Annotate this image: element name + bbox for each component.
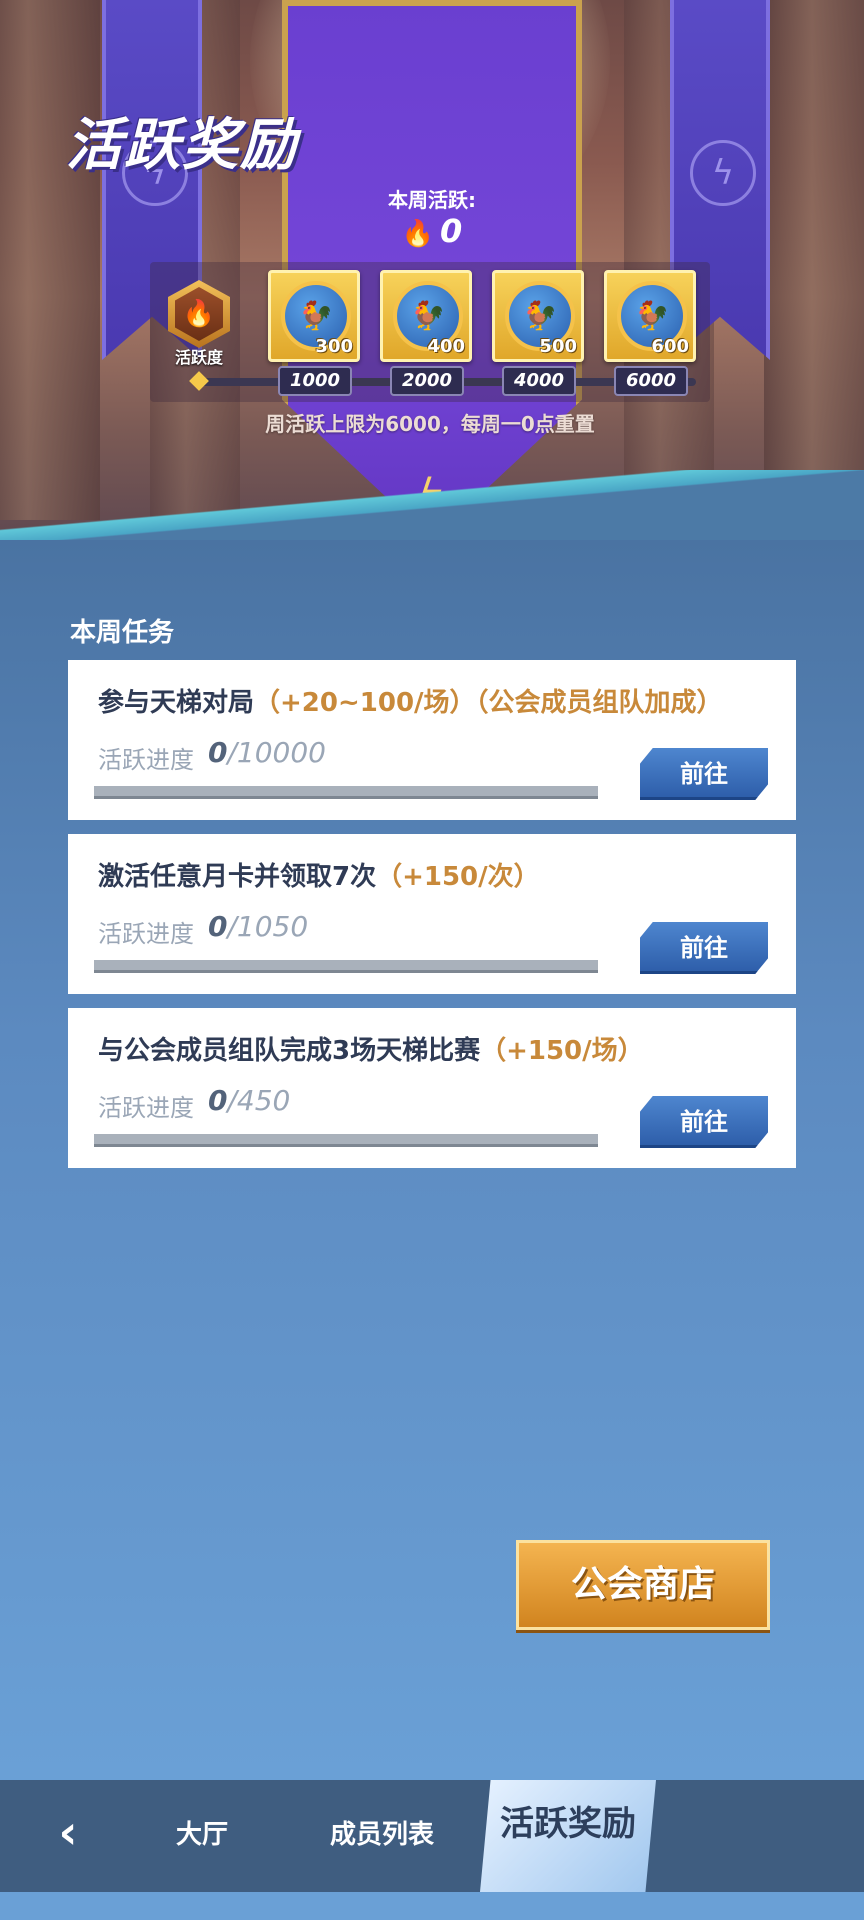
hero-banner: ϟ ϟ ϟ 活跃奖励 本周活跃: 🔥0 🔥 活跃度 🐓 300 🐓 400 🐓 …: [0, 0, 864, 540]
reward-amount: 500: [539, 336, 577, 357]
limit-note: 周活跃上限为6000，每周一0点重置: [150, 408, 710, 437]
task-name: 参与天梯对局（+20~100/场）（公会成员组队加成）: [98, 682, 723, 719]
week-activity-number: 0: [440, 212, 462, 250]
progress-label: 活跃进度: [98, 914, 194, 949]
guild-shop-button[interactable]: 公会商店: [516, 1540, 770, 1630]
task-name: 激活任意月卡并领取7次（+150/次）: [98, 856, 540, 893]
progress-label: 活跃进度: [98, 740, 194, 775]
activity-badge-label: 活跃度: [158, 344, 240, 368]
reward-chest-1[interactable]: 🐓 300: [268, 270, 360, 362]
task-bonus: （+150/场）: [480, 1036, 644, 1066]
task-card: 参与天梯对局（+20~100/场）（公会成员组队加成） 活跃进度 0/10000…: [68, 660, 796, 820]
page-title: 活跃奖励: [66, 100, 298, 181]
task-card: 激活任意月卡并领取7次（+150/次） 活跃进度 0/1050 前往: [68, 834, 796, 994]
reward-amount: 300: [315, 336, 353, 357]
tab-activity-rewards[interactable]: 活跃奖励: [480, 1780, 656, 1892]
reward-amount: 600: [651, 336, 689, 357]
pillar-decoration: [0, 0, 100, 520]
milestone-label: 6000: [614, 366, 688, 396]
go-button[interactable]: 前往: [640, 748, 768, 800]
pillar-decoration: [764, 0, 864, 520]
milestone-label: 1000: [278, 366, 352, 396]
go-button[interactable]: 前往: [640, 922, 768, 974]
divider-stripe: [0, 470, 864, 540]
reward-chest-4[interactable]: 🐓 600: [604, 270, 696, 362]
reward-chest-3[interactable]: 🐓 500: [492, 270, 584, 362]
progress-bar: [94, 786, 598, 799]
lightning-icon: ϟ: [690, 140, 756, 206]
reward-amount: 400: [427, 336, 465, 357]
bottom-strip: [0, 1892, 864, 1920]
task-bonus: （+150/次）: [376, 862, 540, 892]
flame-icon: 🔥: [175, 287, 223, 341]
progress-value: 0/450: [208, 1084, 290, 1117]
week-activity-label: 本周活跃:: [282, 184, 582, 213]
progress-value: 0/1050: [208, 910, 308, 943]
progress-value: 0/10000: [208, 736, 326, 769]
go-button[interactable]: 前往: [640, 1096, 768, 1148]
task-card: 与公会成员组队完成3场天梯比赛（+150/场） 活跃进度 0/450 前往: [68, 1008, 796, 1168]
task-name: 与公会成员组队完成3场天梯比赛（+150/场）: [98, 1030, 644, 1067]
activity-badge: 🔥: [168, 280, 230, 348]
tab-member-list[interactable]: 成员列表: [330, 1814, 434, 1851]
progress-bar: [94, 960, 598, 973]
back-arrow-icon[interactable]: ‹: [48, 1812, 88, 1852]
progress-bar: [94, 1134, 598, 1147]
tab-lobby[interactable]: 大厅: [176, 1814, 228, 1851]
section-title: 本周任务: [70, 612, 174, 649]
milestone-label: 4000: [502, 366, 576, 396]
flame-icon: 🔥: [402, 219, 434, 249]
task-bonus: （+20~100/场）（公会成员组队加成）: [254, 688, 723, 718]
reward-chest-2[interactable]: 🐓 400: [380, 270, 472, 362]
week-activity-value: 🔥0: [382, 212, 482, 252]
progress-label: 活跃进度: [98, 1088, 194, 1123]
task-panel: 本周任务 参与天梯对局（+20~100/场）（公会成员组队加成） 活跃进度 0/…: [0, 540, 864, 1780]
milestone-label: 2000: [390, 366, 464, 396]
